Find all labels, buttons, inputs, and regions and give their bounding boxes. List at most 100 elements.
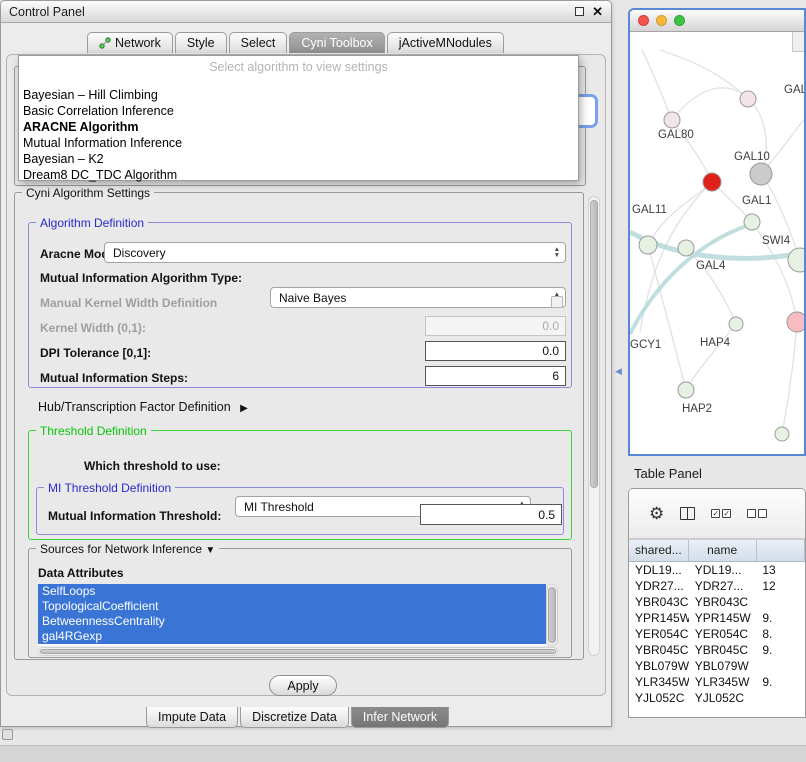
zoom-traffic-light-icon[interactable] xyxy=(674,15,685,26)
algorithm-option[interactable]: Dream8 DC_TDC Algorithm xyxy=(19,167,578,183)
settings-scrollbar[interactable] xyxy=(588,196,600,656)
table-column-header[interactable]: shared... xyxy=(629,540,689,561)
apply-button[interactable]: Apply xyxy=(269,675,337,696)
attribute-list-item[interactable]: gal4RGexp xyxy=(38,629,546,644)
collapse-arrow-icon[interactable]: ▼ xyxy=(205,545,215,556)
mi-type-combo[interactable]: Naive Bayes ▲▼ xyxy=(270,287,566,308)
network-node[interactable] xyxy=(788,248,806,272)
data-attributes-list[interactable]: SelfLoopsTopologicalCoefficientBetweenne… xyxy=(38,584,546,646)
float-window-icon[interactable] xyxy=(575,7,584,16)
tab-impute-data[interactable]: Impute Data xyxy=(146,707,238,728)
panel-dock-icon[interactable] xyxy=(2,729,13,740)
network-node[interactable] xyxy=(744,214,760,230)
close-traffic-light-icon[interactable] xyxy=(638,15,649,26)
table-row[interactable]: YDR27...YDR27...12 xyxy=(629,578,805,594)
network-node[interactable] xyxy=(678,382,694,398)
table-panel-title: Table Panel xyxy=(634,466,702,481)
tab-network[interactable]: Network xyxy=(87,32,173,53)
table-row[interactable]: YBR045CYBR045C9. xyxy=(629,642,805,658)
table-row[interactable]: YJL052CYJL052C xyxy=(629,690,805,706)
manual-kernel-checkbox[interactable] xyxy=(551,296,563,308)
network-node[interactable] xyxy=(664,112,680,128)
tab-jactivemnodules[interactable]: jActiveMNodules xyxy=(387,32,504,53)
network-node-label: HAP4 xyxy=(700,337,731,349)
network-node[interactable] xyxy=(750,163,772,185)
algorithm-option[interactable]: Bayesian – K2 xyxy=(19,151,578,167)
mi-threshold-legend: MI Threshold Definition xyxy=(44,481,175,495)
algorithm-option[interactable]: ARACNE Algorithm xyxy=(19,119,578,135)
settings-scrollbar-thumb[interactable] xyxy=(590,200,598,488)
table-row[interactable]: YDL19...YDL19...13 xyxy=(629,562,805,578)
sources-legend[interactable]: Sources for Network Inference ▼ xyxy=(36,542,219,556)
columns-icon[interactable] xyxy=(680,507,695,520)
network-node[interactable] xyxy=(775,427,789,441)
network-node[interactable] xyxy=(703,173,721,191)
network-node-label: GAL11 xyxy=(632,204,667,216)
network-canvas[interactable]: GALGAL80GAL10GAL11GAL1SWI4GAL4GCY1HAP4HA… xyxy=(630,32,804,454)
select-all-icon[interactable]: ✓✓ xyxy=(711,509,731,518)
tab-select[interactable]: Select xyxy=(229,32,288,53)
table-cell: YBR045C xyxy=(629,642,689,658)
table-row[interactable]: YPR145WYPR145W9. xyxy=(629,610,805,626)
algorithm-option[interactable]: Bayesian – Hill Climbing xyxy=(19,87,578,103)
network-node[interactable] xyxy=(740,91,756,107)
table-row[interactable]: YBR043CYBR043C xyxy=(629,594,805,610)
network-node[interactable] xyxy=(678,240,694,256)
table-cell: YER054C xyxy=(629,626,689,642)
tab-infer-network[interactable]: Infer Network xyxy=(351,707,449,728)
aracne-mode-combo[interactable]: Discovery ▲▼ xyxy=(104,242,566,263)
algorithm-option[interactable]: Basic Correlation Inference xyxy=(19,103,578,119)
table-column-header[interactable] xyxy=(757,540,805,561)
attribute-list-item[interactable]: SelfLoops xyxy=(38,584,546,599)
algorithm-popup-list: Bayesian – Hill ClimbingBasic Correlatio… xyxy=(19,87,578,183)
algorithm-popup-prompt: Select algorithm to view settings xyxy=(19,56,578,74)
attributes-list-hscrollbar[interactable] xyxy=(38,647,558,656)
table-header[interactable]: shared...name xyxy=(629,539,805,562)
attributes-list-hscrollbar-thumb[interactable] xyxy=(40,649,556,654)
table-cell xyxy=(756,594,805,610)
mi-steps-field[interactable]: 6 xyxy=(425,366,566,386)
deselect-all-icon[interactable] xyxy=(747,509,767,518)
network-node-label: GAL4 xyxy=(696,260,726,272)
mi-threshold-field[interactable]: 0.5 xyxy=(420,504,562,525)
attributes-list-scrollbar[interactable] xyxy=(546,584,558,646)
table-cell: YDR27... xyxy=(689,578,757,594)
table-row[interactable]: YBL079WYBL079W xyxy=(629,658,805,674)
tab-discretize-data[interactable]: Discretize Data xyxy=(240,707,349,728)
table-row[interactable]: YER054CYER054C8. xyxy=(629,626,805,642)
tab-cyni-toolbox[interactable]: Cyni Toolbox xyxy=(289,32,384,53)
network-node-label: GAL80 xyxy=(658,129,694,141)
algorithm-option[interactable]: Mutual Information Inference xyxy=(19,135,578,151)
attribute-list-item[interactable]: TopologicalCoefficient xyxy=(38,599,546,614)
attributes-list-scrollbar-thumb[interactable] xyxy=(548,587,556,643)
table-column-header[interactable]: name xyxy=(689,540,757,561)
tab-style[interactable]: Style xyxy=(175,32,227,53)
close-icon[interactable]: ✕ xyxy=(592,7,603,17)
hub-section-toggle[interactable]: Hub/Transcription Factor Definition ▶ xyxy=(38,400,248,414)
gear-icon[interactable]: ⚙ xyxy=(649,505,664,522)
tab-label: Network xyxy=(115,36,161,50)
tab-label: Impute Data xyxy=(158,710,226,724)
algorithm-dropdown-popup: Select algorithm to view settings Bayesi… xyxy=(18,55,579,181)
table-panel-window: ⚙ ✓✓ shared...name YDL19...YDL19...13YDR… xyxy=(628,488,806,718)
attribute-list-item[interactable]: BetweennessCentrality xyxy=(38,614,546,629)
network-node[interactable] xyxy=(729,317,743,331)
table-row[interactable]: YLR345WYLR345W9. xyxy=(629,674,805,690)
expand-arrow-icon[interactable]: ▶ xyxy=(240,403,248,414)
kernel-width-field[interactable]: 0.0 xyxy=(425,316,566,336)
canvas-scrollbar[interactable] xyxy=(792,32,804,52)
table-cell xyxy=(756,658,805,674)
network-view-window: GALGAL80GAL10GAL11GAL1SWI4GAL4GCY1HAP4HA… xyxy=(628,8,806,456)
network-node[interactable] xyxy=(787,312,806,332)
table-cell: 12 xyxy=(756,578,805,594)
network-window-titlebar[interactable] xyxy=(630,10,804,32)
mi-type-label: Mutual Information Algorithm Type: xyxy=(40,271,242,285)
table-toolbar: ⚙ ✓✓ xyxy=(629,489,805,539)
network-node[interactable] xyxy=(639,236,657,254)
panel-splitter-arrow-icon[interactable]: ◀ xyxy=(615,366,622,377)
dpi-tolerance-field[interactable]: 0.0 xyxy=(425,341,566,361)
minimize-traffic-light-icon[interactable] xyxy=(656,15,667,26)
control-panel-titlebar[interactable]: Control Panel ✕ xyxy=(1,1,611,23)
table-cell: 9. xyxy=(756,674,805,690)
table-cell: YJL052C xyxy=(689,690,757,706)
